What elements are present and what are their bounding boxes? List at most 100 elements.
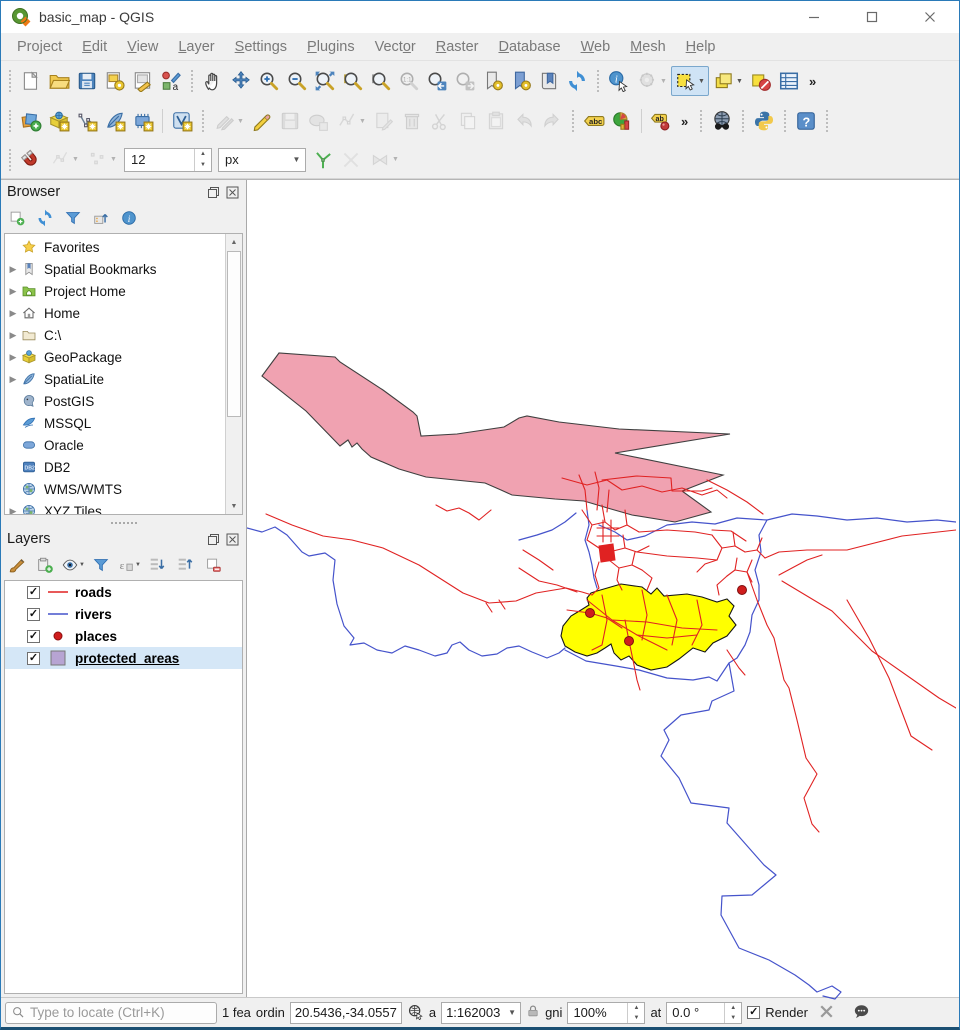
spin-down-icon[interactable]: ▼ <box>628 1013 644 1023</box>
browser-item-home[interactable]: ▶Home <box>5 302 225 324</box>
layers-close-button[interactable] <box>225 532 240 547</box>
toolbar-grip[interactable] <box>826 110 828 132</box>
chevron-down-icon[interactable]: ▼ <box>135 562 141 568</box>
browser-item-c[interactable]: ▶C:\ <box>5 324 225 346</box>
scroll-up-icon[interactable]: ▲ <box>226 234 242 250</box>
new-spatial-bookmark-button[interactable] <box>479 66 507 96</box>
new-project-button[interactable] <box>17 66 45 96</box>
toolbar-grip[interactable] <box>202 110 204 132</box>
filter-legend-button[interactable] <box>89 553 113 577</box>
rotation-spinbox[interactable]: 0.0 ° ▲▼ <box>666 1002 742 1024</box>
deselect-features-button[interactable] <box>747 66 775 96</box>
toolbar-grip[interactable] <box>784 110 786 132</box>
pan-map-button[interactable] <box>199 66 227 96</box>
browser-item-project-home[interactable]: ▶Project Home <box>5 280 225 302</box>
collapse-all-layers-button[interactable] <box>173 553 197 577</box>
pan-to-selection-button[interactable] <box>227 66 255 96</box>
pin-labels-button[interactable]: ab <box>647 106 675 136</box>
chevron-down-icon[interactable]: ▼ <box>359 118 366 125</box>
open-attribute-table-button[interactable] <box>775 66 803 96</box>
new-virtual-layer-button[interactable] <box>168 106 196 136</box>
menu-plugins[interactable]: Plugins <box>297 36 365 58</box>
expand-arrow-icon[interactable]: ▶ <box>5 506 21 516</box>
zoom-out-button[interactable] <box>283 66 311 96</box>
layout-manager-button[interactable] <box>129 66 157 96</box>
menu-view[interactable]: View <box>117 36 168 58</box>
browser-item-db2[interactable]: DB2DB2 <box>5 456 225 478</box>
coordinate-input[interactable]: 20.5436,-34.0557 <box>290 1002 402 1024</box>
spin-down-icon[interactable]: ▼ <box>195 160 211 171</box>
spin-up-icon[interactable]: ▲ <box>628 1003 644 1013</box>
scale-combo[interactable]: 1:162003 ▼ <box>441 1002 521 1024</box>
scroll-down-icon[interactable]: ▼ <box>226 498 242 514</box>
browser-close-button[interactable] <box>225 185 240 200</box>
expand-arrow-icon[interactable]: ▶ <box>5 286 21 297</box>
cut-features-button[interactable] <box>426 106 454 136</box>
scrollbar-thumb[interactable] <box>227 251 241 417</box>
browser-item-favorites[interactable]: Favorites <box>5 236 225 258</box>
select-features-button[interactable]: ▼ <box>671 66 709 96</box>
browser-item-xyz-tiles[interactable]: ▶XYZ Tiles <box>5 500 225 515</box>
panel-splitter[interactable] <box>1 518 246 527</box>
browser-item-oracle[interactable]: Oracle <box>5 434 225 456</box>
menu-layer[interactable]: Layer <box>168 36 224 58</box>
layers-float-button[interactable] <box>206 532 221 547</box>
expand-arrow-icon[interactable]: ▶ <box>5 264 21 275</box>
layer-labeling-options-button[interactable]: abc <box>580 106 608 136</box>
toolbar-grip[interactable] <box>191 70 193 92</box>
chevron-down-icon[interactable]: ▼ <box>698 78 705 85</box>
toolbar-grip[interactable] <box>700 110 702 132</box>
add-selected-layers-button[interactable] <box>5 206 29 230</box>
toolbar-grip[interactable] <box>597 70 599 92</box>
save-layer-edits-button[interactable] <box>276 106 304 136</box>
run-feature-action-button[interactable]: ▼ <box>633 66 671 96</box>
layer-visibility-checkbox[interactable]: ✓ <box>27 630 40 643</box>
layer-visibility-checkbox[interactable]: ✓ <box>27 608 40 621</box>
browser-scrollbar[interactable]: ▲ ▼ <box>225 234 242 514</box>
menu-edit[interactable]: Edit <box>72 36 117 58</box>
chevron-down-icon[interactable]: ▼ <box>79 562 85 568</box>
layer-item-places[interactable]: ✓places <box>5 625 242 647</box>
menu-raster[interactable]: Raster <box>426 36 489 58</box>
browser-item-geopackage[interactable]: ▶GeoPackage <box>5 346 225 368</box>
snapping-units-combo[interactable]: px▼ <box>218 148 306 172</box>
filter-by-expression-button[interactable]: ε▼ <box>117 553 141 577</box>
chevron-down-icon[interactable]: ▼ <box>660 78 667 85</box>
metasearch-button[interactable] <box>708 106 736 136</box>
map-canvas[interactable] <box>246 180 959 997</box>
locator-search-input[interactable]: Type to locate (Ctrl+K) <box>5 1002 217 1024</box>
zoom-in-button[interactable] <box>255 66 283 96</box>
browser-float-button[interactable] <box>206 185 221 200</box>
copy-features-button[interactable] <box>454 106 482 136</box>
new-spatialite-layer-button[interactable] <box>101 106 129 136</box>
save-project-button[interactable] <box>73 66 101 96</box>
open-data-source-manager-button[interactable] <box>17 106 45 136</box>
snapping-on-intersection-button[interactable] <box>337 145 365 175</box>
redo-button[interactable] <box>538 106 566 136</box>
expand-all-button[interactable] <box>145 553 169 577</box>
collapse-all-button[interactable] <box>89 206 113 230</box>
expand-arrow-icon[interactable]: ▶ <box>5 352 21 363</box>
show-spatial-bookmarks-button[interactable] <box>507 66 535 96</box>
delete-selected-button[interactable] <box>398 106 426 136</box>
render-checkbox[interactable]: ✓ <box>747 1006 760 1019</box>
paste-features-button[interactable] <box>482 106 510 136</box>
snapping-type-button[interactable]: ▼ <box>83 145 121 175</box>
stop-render-icon[interactable] <box>819 1004 834 1022</box>
zoom-native-button[interactable]: 1:1 <box>395 66 423 96</box>
layer-item-roads[interactable]: ✓roads <box>5 581 242 603</box>
zoom-next-button[interactable] <box>451 66 479 96</box>
close-button[interactable] <box>901 1 959 33</box>
browser-item-mssql[interactable]: MSSQL <box>5 412 225 434</box>
layer-visibility-checkbox[interactable]: ✓ <box>27 652 40 665</box>
chevron-down-icon[interactable]: ▼ <box>736 78 743 85</box>
new-temporary-scratch-layer-button[interactable] <box>129 106 157 136</box>
scale-lock-icon[interactable] <box>526 1004 540 1021</box>
remove-layer-button[interactable] <box>201 553 225 577</box>
spin-down-icon[interactable]: ▼ <box>725 1013 741 1023</box>
refresh-map-button[interactable] <box>563 66 591 96</box>
snapping-tolerance-spinbox[interactable]: 12▲▼ <box>124 148 212 172</box>
chevron-down-icon[interactable]: ▼ <box>392 156 399 163</box>
spin-up-icon[interactable]: ▲ <box>195 149 211 160</box>
expand-arrow-icon[interactable]: ▶ <box>5 374 21 385</box>
